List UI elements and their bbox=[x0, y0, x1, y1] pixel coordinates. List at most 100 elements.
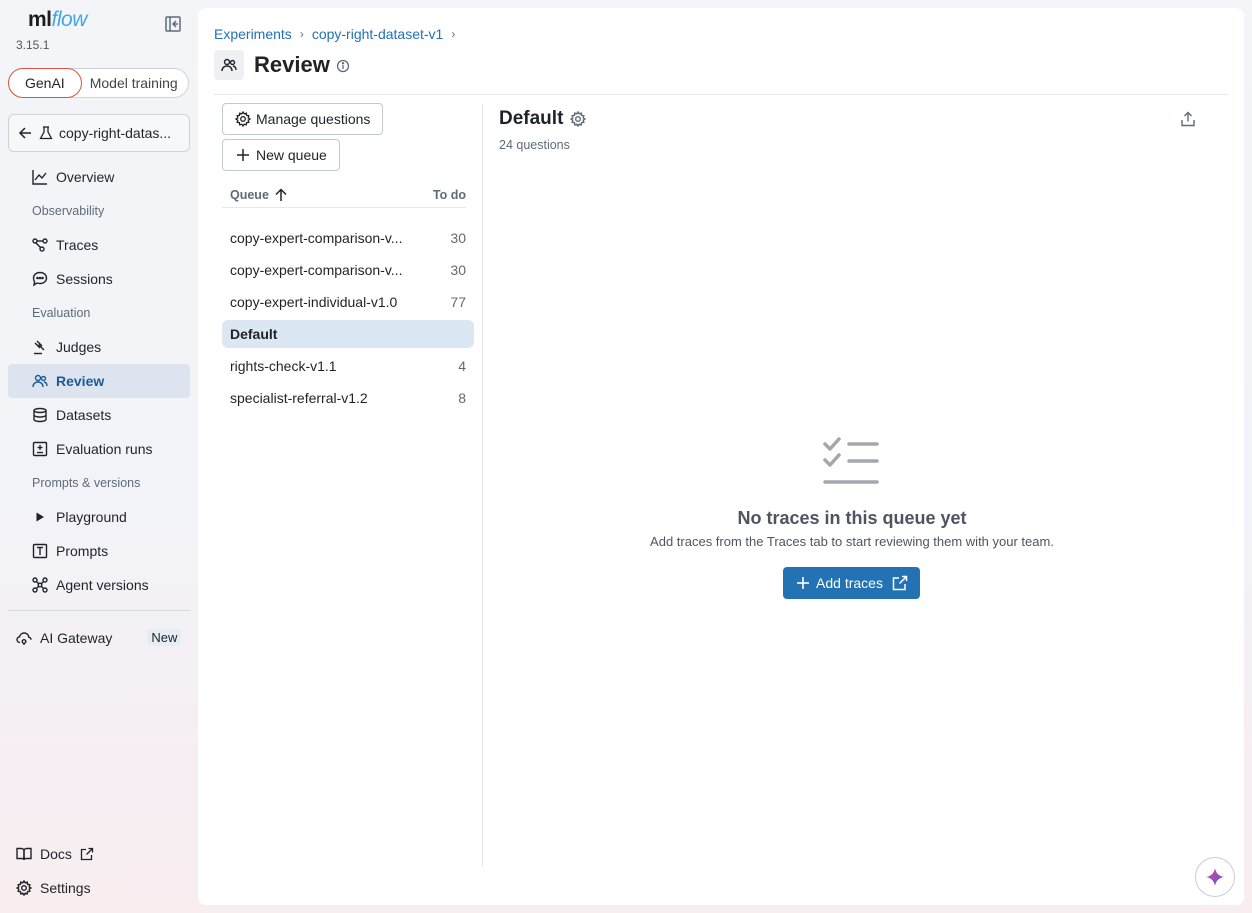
queue-todo-count: 4 bbox=[458, 358, 466, 374]
settings-label: Settings bbox=[40, 880, 91, 896]
queue-row-selected[interactable]: Default bbox=[222, 320, 474, 348]
plus-icon bbox=[797, 577, 810, 589]
breadcrumb-separator: › bbox=[451, 27, 456, 41]
gear-icon bbox=[235, 111, 251, 127]
queue-column-header[interactable]: Queue bbox=[230, 188, 288, 202]
queue-settings-icon[interactable] bbox=[570, 111, 586, 127]
queue-question-count: 24 questions bbox=[499, 138, 570, 152]
queue-todo-count: 8 bbox=[458, 390, 466, 406]
ai-gateway-label: AI Gateway bbox=[40, 629, 113, 646]
collapse-sidebar-icon[interactable] bbox=[164, 15, 182, 33]
queue-name: specialist-referral-v1.2 bbox=[230, 390, 368, 406]
queue-row[interactable]: copy-expert-comparison-v... 30 bbox=[222, 224, 474, 252]
breadcrumb: Experiments › copy-right-dataset-v1 › bbox=[214, 26, 463, 42]
queue-name: Default bbox=[230, 326, 278, 342]
queue-table-header: Queue To do bbox=[222, 186, 466, 208]
text-box-icon bbox=[32, 543, 48, 559]
sidebar-item-label: Playground bbox=[56, 509, 127, 525]
sidebar-item-overview[interactable]: Overview bbox=[8, 160, 190, 194]
experiment-selector-label: copy-right-datas... bbox=[59, 125, 172, 141]
queue-detail-title: Default bbox=[499, 108, 564, 129]
sidebar-item-label: Prompts bbox=[56, 543, 109, 559]
page-title: Review bbox=[254, 52, 330, 77]
sparkle-icon bbox=[1206, 868, 1224, 886]
sidebar-item-traces[interactable]: Traces bbox=[8, 228, 190, 262]
line-chart-icon bbox=[32, 170, 47, 185]
checklist-icon bbox=[822, 436, 880, 486]
gear-icon bbox=[16, 880, 32, 896]
info-icon[interactable] bbox=[336, 59, 350, 73]
evaluation-icon bbox=[32, 441, 48, 457]
queue-todo-count: 30 bbox=[450, 230, 466, 246]
experiment-selector[interactable]: copy-right-datas... bbox=[8, 114, 190, 152]
plus-icon bbox=[237, 149, 249, 161]
sidebar-item-judges[interactable]: Judges bbox=[8, 330, 190, 364]
sidebar: mlflow 3.15.1 GenAI Model training copy-… bbox=[0, 0, 198, 913]
mode-genai-button[interactable]: GenAI bbox=[8, 68, 82, 98]
external-link-icon bbox=[892, 575, 908, 591]
queue-row[interactable]: copy-expert-individual-v1.0 77 bbox=[222, 288, 474, 316]
queue-todo-count: 30 bbox=[450, 262, 466, 278]
sidebar-item-label: Judges bbox=[56, 339, 102, 355]
sidebar-item-label: Sessions bbox=[56, 271, 113, 287]
version-label: 3.15.1 bbox=[16, 38, 50, 52]
todo-column-header: To do bbox=[432, 188, 466, 202]
sidebar-item-agent-versions[interactable]: Agent versions bbox=[8, 568, 190, 602]
breadcrumb-experiment-link[interactable]: copy-right-dataset-v1 bbox=[312, 26, 444, 42]
new-queue-label: New queue bbox=[256, 147, 327, 163]
empty-state-description: Add traces from the Traces tab to start … bbox=[650, 534, 1054, 549]
gavel-icon bbox=[34, 340, 45, 355]
manage-questions-label: Manage questions bbox=[256, 111, 371, 127]
sidebar-item-ai-gateway[interactable]: AI Gateway New bbox=[16, 629, 182, 646]
sidebar-section-evaluation: Evaluation bbox=[32, 306, 91, 320]
sidebar-item-label: Agent versions bbox=[56, 577, 149, 593]
sidebar-item-datasets[interactable]: Datasets bbox=[8, 398, 190, 432]
sidebar-item-settings[interactable]: Settings bbox=[16, 880, 91, 896]
main-panel: Experiments › copy-right-dataset-v1 › Re… bbox=[198, 8, 1244, 905]
assistant-sparkle-button[interactable] bbox=[1195, 857, 1235, 897]
sidebar-item-playground[interactable]: Playground bbox=[8, 500, 190, 534]
empty-state-title: No traces in this queue yet bbox=[737, 508, 967, 528]
sidebar-item-review[interactable]: Review bbox=[8, 364, 190, 398]
breadcrumb-separator: › bbox=[299, 27, 304, 41]
sidebar-item-label: Traces bbox=[56, 237, 99, 253]
manage-questions-button[interactable]: Manage questions bbox=[222, 103, 384, 135]
chat-bubble-icon bbox=[32, 271, 48, 287]
sidebar-item-docs[interactable]: Docs bbox=[16, 846, 94, 862]
sidebar-item-sessions[interactable]: Sessions bbox=[8, 262, 190, 296]
logo-flow-text: flow bbox=[51, 8, 88, 31]
sidebar-item-label: Overview bbox=[56, 169, 115, 185]
queue-row[interactable]: rights-check-v1.1 4 bbox=[222, 352, 474, 380]
queue-todo-count: 77 bbox=[450, 294, 466, 310]
queue-row[interactable]: copy-expert-comparison-v... 30 bbox=[222, 256, 474, 284]
beaker-icon bbox=[39, 126, 53, 140]
logo-ml-text: ml bbox=[28, 8, 52, 31]
external-link-icon bbox=[80, 847, 94, 861]
sidebar-divider bbox=[8, 610, 190, 611]
queue-name: copy-expert-comparison-v... bbox=[230, 262, 403, 278]
cloud-gateway-icon bbox=[16, 631, 32, 645]
mode-toggle: GenAI Model training bbox=[8, 68, 189, 98]
title-divider bbox=[214, 94, 1228, 95]
queue-column-label: Queue bbox=[230, 188, 269, 202]
sidebar-item-label: Evaluation runs bbox=[56, 441, 153, 457]
new-queue-button[interactable]: New queue bbox=[222, 139, 340, 171]
breadcrumb-experiments-link[interactable]: Experiments bbox=[214, 26, 292, 42]
sidebar-item-label: Datasets bbox=[56, 407, 112, 423]
sidebar-item-evaluation-runs[interactable]: Evaluation runs bbox=[8, 432, 190, 466]
sidebar-item-label: Review bbox=[56, 373, 105, 389]
add-traces-label: Add traces bbox=[816, 575, 883, 591]
book-icon bbox=[16, 847, 32, 861]
sidebar-section-prompts: Prompts & versions bbox=[32, 476, 141, 490]
sidebar-section-observability: Observability bbox=[32, 204, 105, 218]
back-arrow-icon bbox=[18, 127, 31, 139]
docs-label: Docs bbox=[40, 846, 72, 862]
mlflow-logo[interactable]: mlflow bbox=[28, 8, 87, 32]
share-export-icon[interactable] bbox=[1180, 111, 1196, 127]
agent-icon bbox=[32, 577, 48, 593]
queue-row[interactable]: specialist-referral-v1.2 8 bbox=[222, 384, 474, 412]
sidebar-item-prompts[interactable]: Prompts bbox=[8, 534, 190, 568]
users-icon bbox=[221, 58, 237, 72]
mode-model-training-button[interactable]: Model training bbox=[82, 75, 178, 91]
add-traces-button[interactable]: Add traces bbox=[783, 567, 920, 599]
